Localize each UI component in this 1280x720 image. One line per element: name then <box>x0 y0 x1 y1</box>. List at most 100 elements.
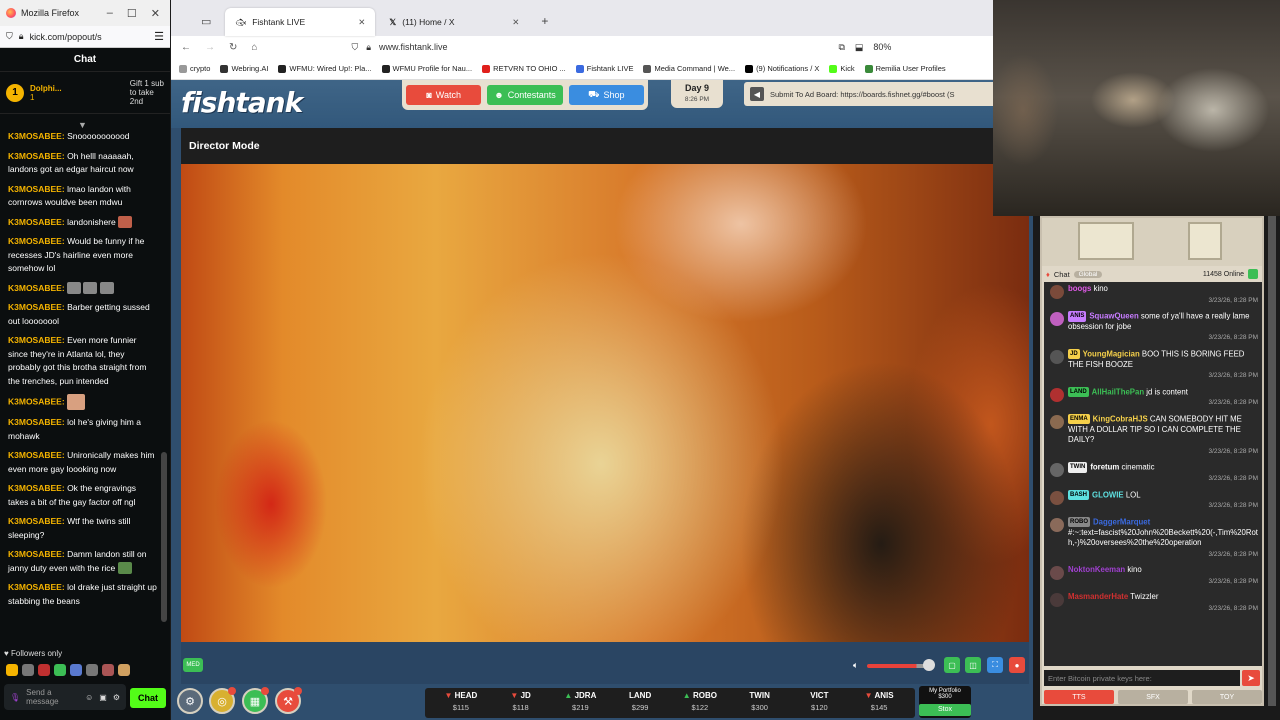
avatar[interactable] <box>1050 312 1064 326</box>
ticker-item-anis[interactable]: ▼ ANIS $145 <box>849 688 909 718</box>
portfolio-widget[interactable]: My Portfolio $300 Stox <box>919 686 971 718</box>
tts-button[interactable]: TTS <box>1044 690 1114 704</box>
stox-button[interactable]: Stox <box>919 704 971 716</box>
bookmark-item[interactable]: RETVRN TO OHIO ... <box>482 64 566 73</box>
bookmark-item[interactable]: crypto <box>179 64 210 73</box>
avatar[interactable] <box>1050 349 1064 364</box>
emote-icon[interactable] <box>86 664 98 676</box>
url-text[interactable]: www.fishtank.live <box>379 42 448 52</box>
ticker-item-land[interactable]: LAND $299 <box>610 688 670 718</box>
ad-board-banner[interactable]: ◀ Submit To Ad Board: https://boards.fis… <box>744 82 996 106</box>
bookmark-item[interactable]: (9) Notifications / X <box>745 64 819 73</box>
emote-icon[interactable] <box>22 664 34 676</box>
emoji-icon[interactable]: ☺ <box>85 693 93 702</box>
shield-icon: ⛉ <box>351 41 359 52</box>
chat-message: K3MOSABEE: Barber getting sussed out loo… <box>8 302 150 326</box>
reload-icon[interactable]: ↻ <box>229 42 237 53</box>
kick-url[interactable]: kick.com/popout/s <box>30 32 102 42</box>
scroll-down-icon[interactable]: ▼ <box>78 120 87 130</box>
inventory-button[interactable]: ▦ <box>242 687 269 714</box>
item-button[interactable]: ⚒ <box>275 687 302 714</box>
emote-icon[interactable] <box>70 664 82 676</box>
chat-message: K3MOSABEE: <box>8 282 158 296</box>
bookmark-item[interactable]: Kick <box>829 64 855 73</box>
toy-button[interactable]: TOY <box>1192 690 1262 704</box>
gift-sub-prompt[interactable]: Gift 1 sub to take 2nd <box>130 79 164 106</box>
hamburger-menu-icon[interactable]: ☰ <box>154 30 164 43</box>
fishtank-chat-input[interactable]: Enter Bitcoin private keys here: <box>1044 670 1240 686</box>
avatar[interactable] <box>1050 387 1064 402</box>
close-tab-icon[interactable]: ✕ <box>512 17 519 28</box>
back-icon[interactable]: ← <box>181 42 191 53</box>
emote-icon[interactable] <box>6 664 18 676</box>
record-icon[interactable]: ● <box>1009 657 1025 673</box>
expand-chat-icon[interactable] <box>1248 269 1258 279</box>
send-button[interactable]: ➤ <box>1242 670 1260 686</box>
microphone-icon[interactable]: 🎙︎ <box>10 693 20 702</box>
zoom-level[interactable]: 80% <box>873 42 891 53</box>
avatar[interactable] <box>1050 566 1064 581</box>
live-video-feed[interactable] <box>181 164 1029 642</box>
bookmark-item[interactable]: Fishtank LIVE <box>575 64 633 73</box>
bookmark-item[interactable]: WFMU Profile for Nau... <box>381 64 472 73</box>
home-icon[interactable]: ⌂ <box>251 42 257 53</box>
tab-fishtank[interactable]: 🐟︎ Fishtank LIVE ✕ <box>225 8 376 36</box>
ticker-item-vict[interactable]: VICT $120 <box>790 688 850 718</box>
url-bar[interactable]: ⛉ 🔒︎ www.fishtank.live ⧉ ⬓ 80% <box>351 42 891 53</box>
ticker-item-jd[interactable]: ▼ JD $118 <box>491 688 551 718</box>
gift-icon[interactable]: ▣ <box>99 693 107 702</box>
pinned-username[interactable]: Dolphi... <box>30 84 62 93</box>
kick-scrollbar[interactable] <box>161 452 167 622</box>
kick-message-input[interactable]: 🎙︎ Send a message ☺ ▣ ⚙ <box>4 684 126 710</box>
ad-board-icon: ◀ <box>750 87 764 101</box>
minimize-icon[interactable]: – <box>107 7 113 20</box>
ticker-item-twin[interactable]: TWIN $300 <box>730 688 790 718</box>
ticker-item-jdra[interactable]: ▲ JDRA $219 <box>551 688 611 718</box>
screen-mode-icon[interactable]: ▢ <box>944 657 960 673</box>
watch-button[interactable]: ◙ Watch <box>406 85 482 105</box>
kick-url-bar[interactable]: ⛉ 🔒︎ kick.com/popout/s ☰ <box>0 26 170 48</box>
close-tab-icon[interactable]: ✕ <box>358 17 365 28</box>
quality-badge[interactable]: MED <box>183 658 203 672</box>
kick-chat-send-button[interactable]: Chat <box>130 688 166 708</box>
volume-slider-handle[interactable] <box>923 659 935 671</box>
bookmark-item[interactable]: WFMU: Wired Up!: Pla... <box>278 64 372 73</box>
fishtank-logo[interactable]: fishtank <box>181 86 303 119</box>
contestants-button[interactable]: ☻ Contestants <box>487 85 563 105</box>
volume-icon[interactable]: 🔈︎ <box>853 660 858 671</box>
global-chat-toggle[interactable]: Global <box>1073 270 1103 278</box>
tab-x-home[interactable]: 𝕏 (11) Home / X ✕ <box>379 8 529 36</box>
emote-icon[interactable] <box>118 664 130 676</box>
settings-icon[interactable]: ⚙ <box>113 693 120 702</box>
bookmark-item[interactable]: Remilia User Profiles <box>864 64 946 73</box>
emote-icon[interactable] <box>54 664 66 676</box>
chat-scrollbar[interactable] <box>1268 216 1276 706</box>
fullscreen-icon[interactable]: ⛶ <box>987 657 1003 673</box>
avatar[interactable] <box>1050 414 1064 429</box>
settings-gear-button[interactable]: ⚙ <box>177 688 203 714</box>
ticker-item-robo[interactable]: ▲ ROBO $122 <box>670 688 730 718</box>
avatar[interactable] <box>1050 593 1064 608</box>
emote-icon[interactable] <box>102 664 114 676</box>
coins-button[interactable]: ◎ <box>209 687 236 714</box>
avatar[interactable] <box>1050 517 1064 532</box>
shop-button[interactable]: ⛟ Shop <box>568 85 644 105</box>
chat-message: K3MOSABEE: Would be funny if he recesses… <box>8 236 145 273</box>
avatar[interactable] <box>1050 490 1064 505</box>
bookmark-item[interactable]: Media Command | We... <box>643 64 735 73</box>
bookmark-icon[interactable]: ⬓ <box>855 42 864 53</box>
emote-icon[interactable] <box>38 664 50 676</box>
cast-icon[interactable]: ◫ <box>965 657 981 673</box>
close-icon[interactable]: ✕ <box>151 7 160 20</box>
new-tab-button[interactable]: + <box>533 14 556 36</box>
kick-window-titlebar: Mozilla Firefox – ☐ ✕ <box>0 0 170 26</box>
screenshot-icon[interactable]: ⧉ <box>838 42 844 53</box>
ticker-item-head[interactable]: ▼ HEAD $115 <box>431 688 491 718</box>
tab-list-icon[interactable]: ▭ <box>177 15 221 36</box>
maximize-icon[interactable]: ☐ <box>127 7 137 20</box>
avatar[interactable] <box>1050 285 1064 299</box>
bookmark-item[interactable]: Webring.AI <box>220 64 268 73</box>
avatar[interactable] <box>1050 463 1064 478</box>
sfx-button[interactable]: SFX <box>1118 690 1188 704</box>
forward-icon[interactable]: → <box>205 42 215 53</box>
